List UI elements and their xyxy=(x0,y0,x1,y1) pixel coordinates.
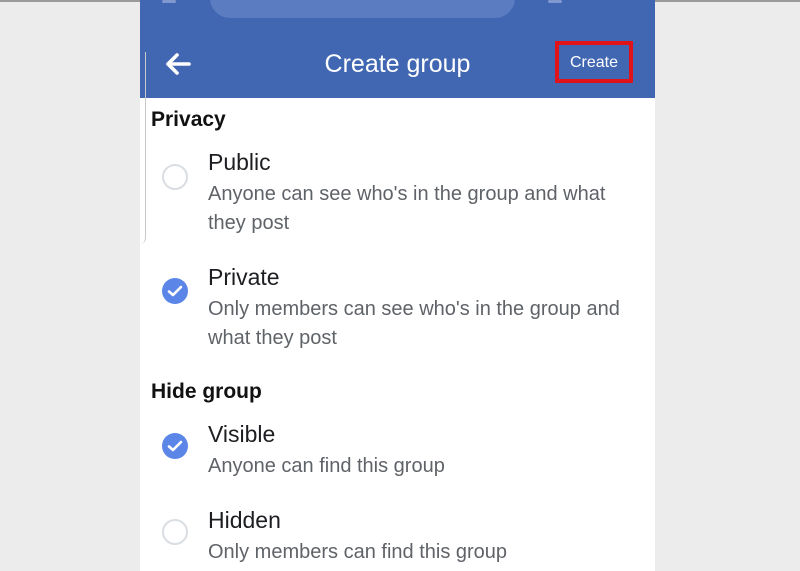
empty-circle-icon[interactable] xyxy=(162,519,188,545)
hide-group-heading: Hide group xyxy=(151,380,262,403)
option-description: Only members can find this group xyxy=(208,541,508,563)
option-title: Public xyxy=(208,149,271,175)
phone-screen: Create group Create Privacy Public Anyon… xyxy=(140,0,655,571)
option-title: Private xyxy=(208,264,280,290)
search-pill xyxy=(210,0,515,18)
check-circle-icon[interactable] xyxy=(162,278,188,304)
hide-group-option-hidden[interactable]: Hidden Only members can find this group xyxy=(140,504,655,570)
check-circle-icon[interactable] xyxy=(162,433,188,459)
option-title: Visible xyxy=(208,421,276,447)
option-description: Only members can see who's in the group … xyxy=(208,298,620,349)
status-bar xyxy=(140,0,655,31)
privacy-heading: Privacy xyxy=(151,108,226,131)
privacy-option-private[interactable]: Private Only members can see who's in th… xyxy=(140,261,655,357)
status-bar-icon xyxy=(162,0,176,3)
option-title: Hidden xyxy=(208,507,281,533)
option-description: Anyone can see who's in the group and wh… xyxy=(208,183,606,234)
app-bar: Create group Create xyxy=(140,31,655,98)
empty-circle-icon[interactable] xyxy=(162,164,188,190)
status-bar-icon xyxy=(548,0,562,3)
create-button-label: Create xyxy=(569,54,619,71)
hide-group-option-visible[interactable]: Visible Anyone can find this group xyxy=(140,418,655,484)
create-button[interactable]: Create xyxy=(555,41,633,83)
privacy-option-public[interactable]: Public Anyone can see who's in the group… xyxy=(140,146,655,242)
option-description: Anyone can find this group xyxy=(208,455,445,477)
